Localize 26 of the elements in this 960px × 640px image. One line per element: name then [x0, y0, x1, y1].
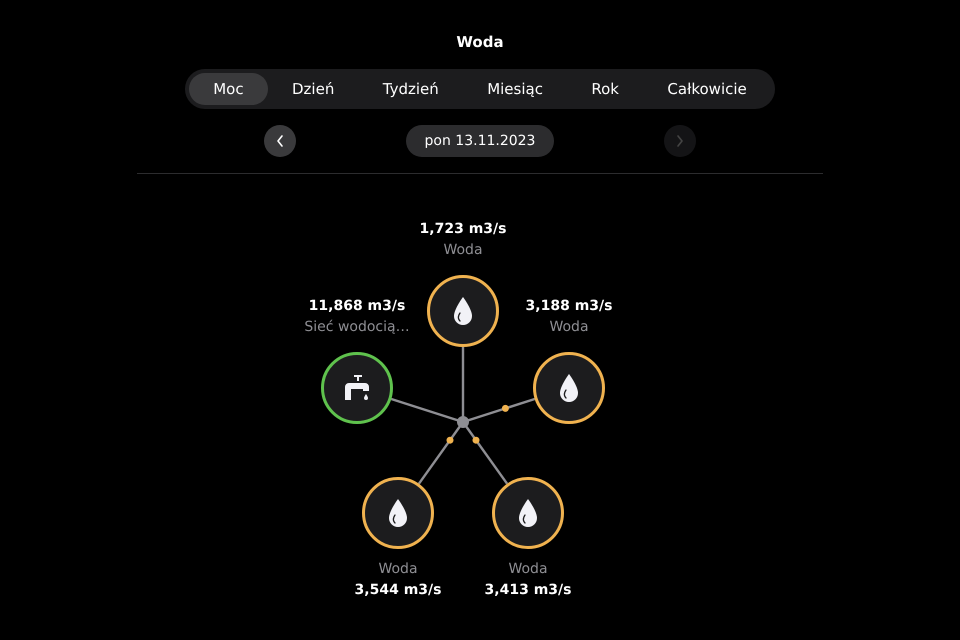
flow-value: 1,723 m3/s [418, 220, 508, 239]
period-tab[interactable]: Tydzień [358, 73, 463, 105]
period-tab[interactable]: Całkowicie [643, 73, 771, 105]
previous-button[interactable] [264, 125, 296, 157]
chevron-left-icon [275, 134, 285, 148]
node-name: Woda [548, 318, 590, 337]
hub-dot [457, 416, 469, 428]
chevron-right-icon [675, 134, 685, 148]
page-title: Woda [456, 32, 504, 53]
flow-value: 3,188 m3/s [524, 297, 614, 316]
water-drop-icon [387, 498, 409, 528]
flow-value: 11,868 m3/s [308, 297, 406, 316]
flow-value: 3,413 m3/s [484, 581, 572, 600]
water-drop-icon [517, 498, 539, 528]
node-name: Sieć wodocią… [303, 318, 411, 337]
period-tab[interactable]: Moc [189, 73, 268, 105]
node-name: Woda [442, 241, 484, 260]
period-tab[interactable]: Rok [567, 73, 644, 105]
period-tab[interactable]: Miesiąc [462, 73, 568, 105]
node-name: Woda [377, 560, 419, 579]
date-pill[interactable]: pon 13.11.2023 [406, 125, 554, 157]
water-drop-icon [452, 296, 474, 326]
flow-value: 3,544 m3/s [354, 581, 442, 600]
node-name: Woda [507, 560, 549, 579]
water-drop-icon [558, 373, 580, 403]
period-tab[interactable]: Dzień [268, 73, 359, 105]
